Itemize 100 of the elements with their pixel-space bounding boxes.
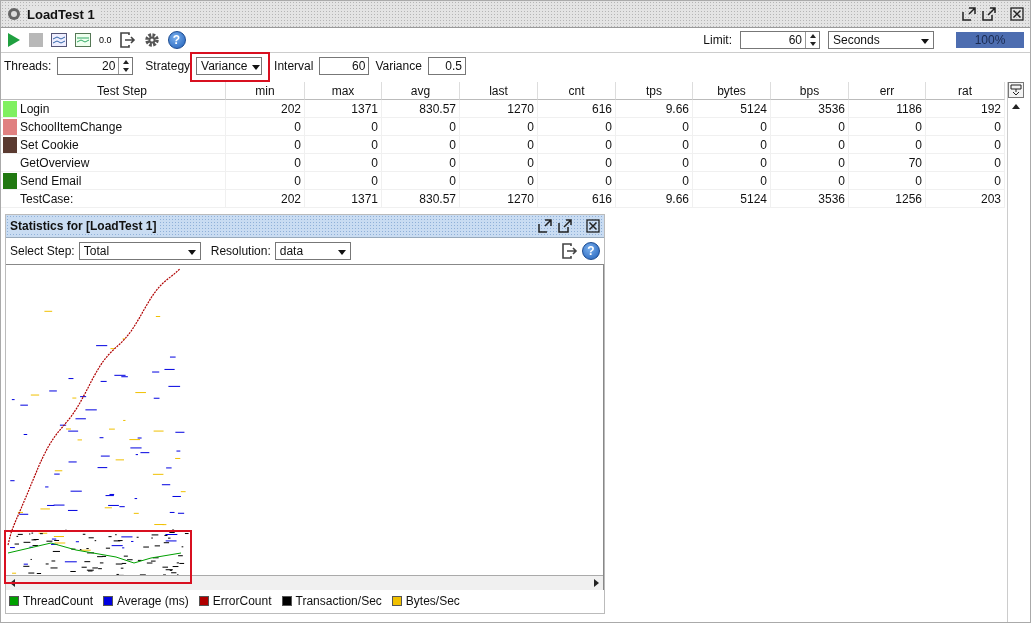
table-cell: 0 [616, 172, 693, 190]
table-cell: 5124 [693, 190, 771, 208]
table-cell: 0 [849, 136, 926, 154]
table-cell: 616 [538, 190, 616, 208]
window-icon [7, 7, 21, 21]
table-cell: 3536 [771, 100, 849, 118]
column-header[interactable]: min [226, 82, 305, 100]
step-name: GetOverview [19, 154, 226, 172]
legend-label: Average (ms) [117, 594, 189, 608]
table-cell: 0 [693, 154, 771, 172]
step-name: Set Cookie [19, 136, 226, 154]
table-cell: 70 [849, 154, 926, 172]
column-header[interactable]: Test Step [19, 82, 226, 100]
table-cell: 1186 [849, 100, 926, 118]
legend-label: ErrorCount [212, 594, 272, 608]
step-name: Send Email [19, 172, 226, 190]
legend-label: Transaction/Sec [295, 594, 382, 608]
table-cell: 0 [538, 136, 616, 154]
close-icon[interactable] [586, 219, 600, 233]
table-cell: 0 [693, 172, 771, 190]
chart-icon[interactable] [75, 33, 91, 47]
table-cell: 1270 [460, 100, 538, 118]
table-cell: 0 [538, 118, 616, 136]
table-cell: 0 [460, 136, 538, 154]
table-cell: 0 [305, 172, 382, 190]
export-icon[interactable] [562, 243, 578, 259]
chart-icon[interactable] [51, 33, 67, 47]
column-header[interactable]: rat [926, 82, 1005, 100]
table-cell: 0 [305, 154, 382, 172]
column-header[interactable]: cnt [538, 82, 616, 100]
close-icon[interactable] [1010, 7, 1024, 21]
table-cell: 1270 [460, 190, 538, 208]
step-dropdown[interactable]: Total [78, 242, 201, 260]
table-cell: 0 [926, 154, 1005, 172]
resolution-dropdown[interactable]: data [274, 242, 351, 260]
column-header[interactable]: bytes [693, 82, 771, 100]
table-cell: 0 [771, 136, 849, 154]
column-header[interactable]: err [849, 82, 926, 100]
column-header[interactable]: max [305, 82, 382, 100]
detach-icon[interactable] [962, 7, 976, 21]
variance-field[interactable]: 0.5 [427, 57, 466, 75]
legend-label: ThreadCount [23, 594, 94, 608]
column-header[interactable]: avg [382, 82, 460, 100]
detach-icon[interactable] [538, 219, 552, 233]
strategy-dropdown[interactable]: Variance [196, 57, 263, 75]
maximize-icon[interactable] [558, 219, 572, 233]
table-cell: 0 [382, 118, 460, 136]
table-cell: 0 [849, 172, 926, 190]
table-cell: 0 [538, 172, 616, 190]
column-header[interactable]: tps [616, 82, 693, 100]
interval-field[interactable]: 60 [319, 57, 370, 75]
horizontal-scrollbar[interactable] [6, 575, 603, 590]
column-header[interactable]: bps [771, 82, 849, 100]
table-cell: 202 [226, 190, 305, 208]
table-cell: 0 [926, 136, 1005, 154]
table-cell: 1371 [305, 190, 382, 208]
step-name: TestCase: [19, 190, 226, 208]
table-cell: 0 [616, 154, 693, 172]
table-cell: 616 [538, 100, 616, 118]
table-cell: 0 [382, 172, 460, 190]
window-title: LoadTest 1 [27, 6, 99, 22]
vertical-scrollbar[interactable] [1007, 82, 1024, 622]
table-cell: 5124 [693, 100, 771, 118]
table-cell: 203 [926, 190, 1005, 208]
table-cell: 0 [771, 172, 849, 190]
table-cell: 830.57 [382, 100, 460, 118]
table-cell: 0 [538, 154, 616, 172]
maximize-icon[interactable] [982, 7, 996, 21]
limit-spinner[interactable]: 60 [740, 31, 820, 49]
table-cell: 1371 [305, 100, 382, 118]
table-cell: 202 [226, 100, 305, 118]
decimal-button[interactable]: 0.0 [99, 35, 112, 45]
strategy-label: Strategy [145, 59, 191, 73]
table-cell: 192 [926, 100, 1005, 118]
table-cell: 0 [460, 172, 538, 190]
variance-label: Variance [375, 59, 422, 73]
unit-dropdown[interactable]: Seconds [828, 31, 934, 49]
table-cell: 0 [305, 118, 382, 136]
table-cell: 0 [616, 136, 693, 154]
table-cell: 0 [226, 118, 305, 136]
step-name: SchoolItemChange [19, 118, 226, 136]
export-icon[interactable] [119, 32, 136, 48]
limit-label: Limit: [703, 33, 732, 47]
table-cell: 0 [926, 172, 1005, 190]
table-cell: 0 [305, 136, 382, 154]
resolution-label: Resolution: [210, 244, 271, 258]
table-cell: 0 [771, 118, 849, 136]
table-cell: 0 [693, 118, 771, 136]
settings-icon[interactable] [143, 32, 160, 48]
table-cell: 0 [616, 118, 693, 136]
step-name: Login [19, 100, 226, 118]
column-header[interactable]: last [460, 82, 538, 100]
play-icon[interactable] [7, 32, 21, 48]
table-cell: 1256 [849, 190, 926, 208]
column-menu-icon[interactable] [1008, 82, 1024, 98]
select-step-label: Select Step: [10, 244, 75, 258]
table-cell: 0 [226, 172, 305, 190]
table-cell: 0 [771, 154, 849, 172]
table-cell: 3536 [771, 190, 849, 208]
threads-spinner[interactable]: 20 [57, 57, 134, 75]
